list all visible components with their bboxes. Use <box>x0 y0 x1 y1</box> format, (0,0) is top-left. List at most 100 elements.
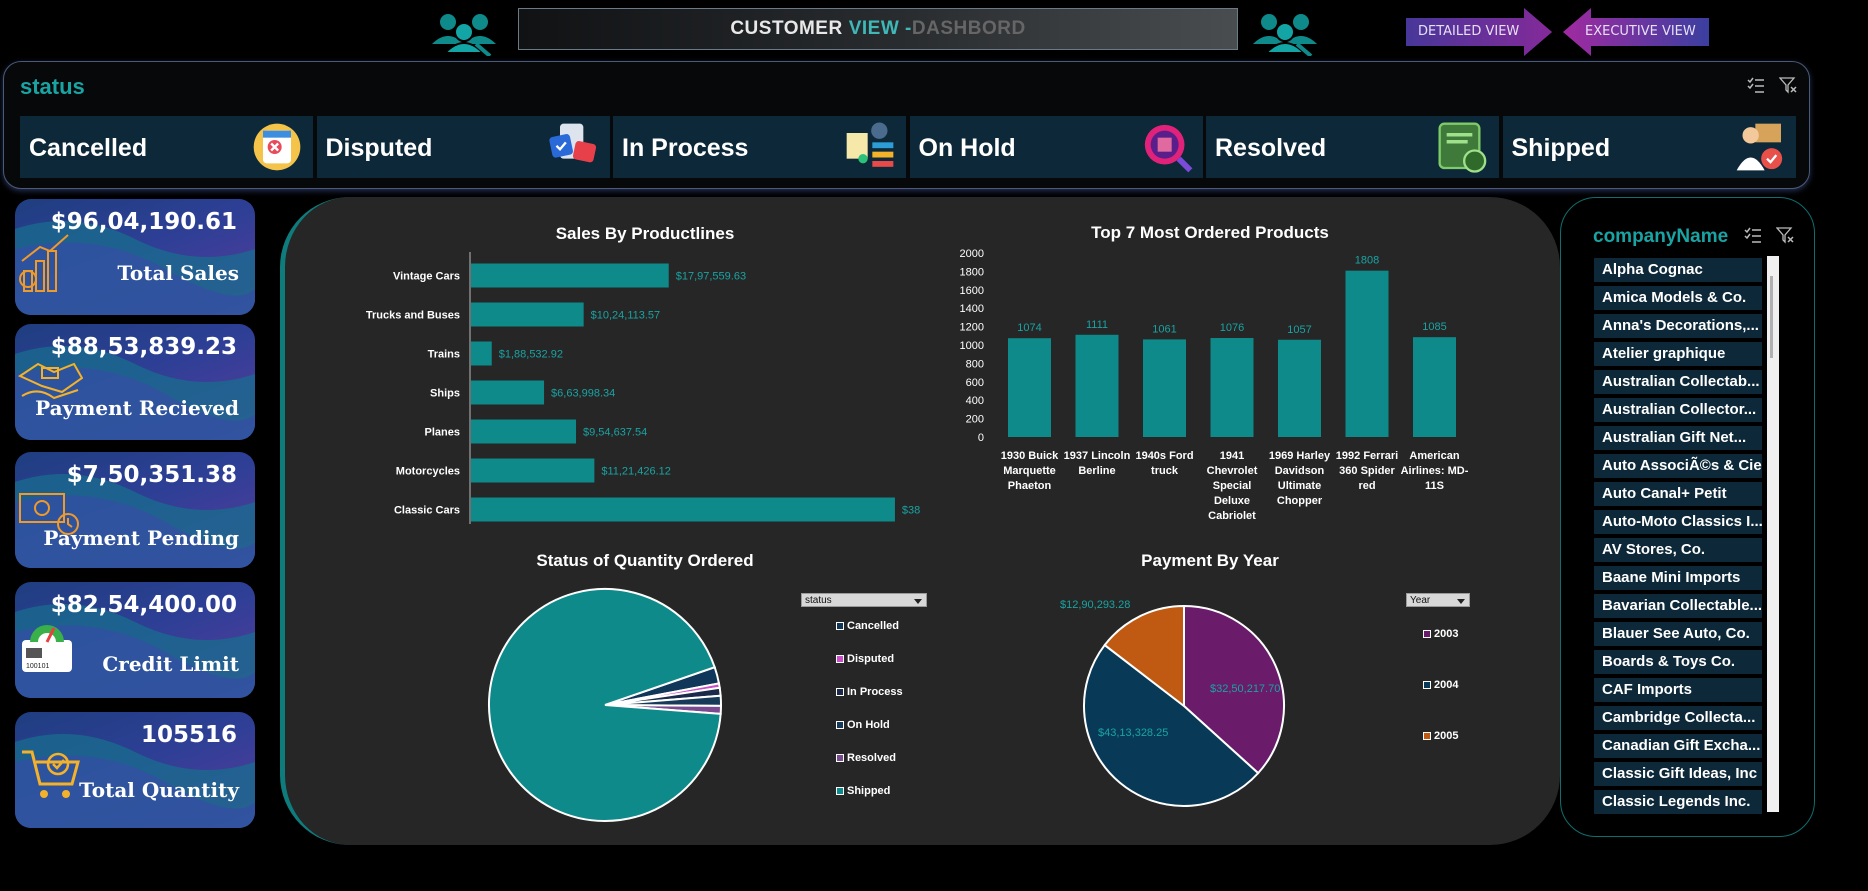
company-item[interactable]: Auto AssociÃ©s & Cie. <box>1594 454 1762 478</box>
bar-group: Ships $6,63,998.34 <box>430 380 615 405</box>
bar-group: Planes $9,54,637.54 <box>425 419 647 444</box>
payment-by-year-title: Payment By Year <box>1141 551 1279 570</box>
scroll-thumb[interactable] <box>1770 276 1773 358</box>
company-item[interactable]: Auto-Moto Classics I... <box>1594 510 1762 534</box>
bar <box>471 302 584 327</box>
bar <box>471 497 895 522</box>
y-tick-label: 200 <box>966 414 984 426</box>
status-tile-label: Disputed <box>325 134 433 162</box>
payment-by-year-pie: $32,50,217.70 $43,13,328.25 $12,90,293.28 <box>1060 599 1285 807</box>
category-label: 1930 Buick Marquette Phaeton <box>1001 450 1059 492</box>
data-label: $38,53,922.49 <box>902 505 920 517</box>
company-item[interactable]: Boards & Toys Co. <box>1594 650 1762 674</box>
svg-text:100101: 100101 <box>26 663 49 670</box>
y-tick-label: 1600 <box>960 285 984 297</box>
data-label: $17,97,559.63 <box>676 271 746 283</box>
executive-view-button[interactable]: EXECUTIVE VIEW <box>1563 6 1709 58</box>
company-item[interactable]: Classic Gift Ideas, Inc <box>1594 762 1762 786</box>
category-label: 1992 Ferrari 360 Spider red <box>1336 450 1398 492</box>
y-tick-label: 1200 <box>960 322 984 334</box>
status-tile-label: Shipped <box>1511 134 1611 162</box>
legend-item: Resolved <box>836 752 896 764</box>
year-filter-dropdown[interactable]: Year <box>1406 593 1470 607</box>
company-item[interactable]: Australian Collectab... <box>1594 370 1762 394</box>
data-label: 1076 <box>1220 322 1244 334</box>
company-item[interactable]: Canadian Gift Excha... <box>1594 734 1762 758</box>
detailed-view-button[interactable]: DETAILED VIEW <box>1406 6 1552 58</box>
category-label: Trains <box>428 349 460 361</box>
y-tick-label: 800 <box>966 358 984 370</box>
bar-group: Trains $1,88,532.92 <box>428 341 563 366</box>
status-quantity-title: Status of Quantity Ordered <box>536 551 754 570</box>
bar <box>471 263 669 288</box>
company-item[interactable]: Atelier graphique <box>1594 342 1762 366</box>
company-item[interactable]: CAF Imports <box>1594 678 1762 702</box>
bar-group: Classic Cars $38,53,922.49 <box>394 497 920 522</box>
data-label: 1111 <box>1086 319 1108 331</box>
data-label: $9,54,637.54 <box>583 427 647 439</box>
category-label: 1937 Lincoln Berline <box>1064 450 1131 477</box>
multi-select-icon[interactable] <box>1747 76 1765 94</box>
credit-gauge-icon: 100101 <box>22 625 72 672</box>
company-scrollbar[interactable] <box>1767 256 1779 812</box>
data-label: $12,90,293.28 <box>1060 599 1130 611</box>
status-tile-cancelled[interactable]: Cancelled <box>20 116 313 178</box>
hold-magnifier-icon <box>1144 124 1192 173</box>
legend-item: 2005 <box>1423 730 1458 742</box>
cancel-document-icon <box>253 123 301 171</box>
company-item[interactable]: Blauer See Auto, Co. <box>1594 622 1762 646</box>
clear-filter-icon[interactable] <box>1776 226 1794 244</box>
bar <box>1345 270 1389 437</box>
data-label: $1,88,532.92 <box>499 349 563 361</box>
multi-select-icon[interactable] <box>1744 226 1762 244</box>
company-item[interactable]: Australian Collector... <box>1594 398 1762 422</box>
data-label: 1057 <box>1287 324 1311 336</box>
status-slicer: status Cancelled Disputed In Process On Hol… <box>3 61 1810 189</box>
legend-item: Disputed <box>836 653 894 665</box>
y-tick-label: 2000 <box>960 248 984 260</box>
category-label: Ships <box>430 388 460 400</box>
status-tile-label: Resolved <box>1215 134 1327 162</box>
pending-money-icon <box>19 493 79 535</box>
bar <box>1143 339 1186 437</box>
legend-item: On Hold <box>836 719 890 731</box>
data-label: $10,24,113.57 <box>591 310 661 322</box>
legend-item: 2004 <box>1423 679 1458 691</box>
bar <box>1413 337 1456 437</box>
company-item[interactable]: Australian Gift Net... <box>1594 426 1762 450</box>
data-label: 1074 <box>1017 322 1041 334</box>
legend-item: Shipped <box>836 785 890 797</box>
company-item[interactable]: Amica Models & Co. <box>1594 286 1762 310</box>
company-item[interactable]: AV Stores, Co. <box>1594 538 1762 562</box>
kpi-card-total-sales: $96,04,190.61 Total Sales <box>15 199 255 315</box>
status-tile-resolved[interactable]: Resolved <box>1206 116 1499 178</box>
status-tile-shipped[interactable]: Shipped <box>1502 116 1796 178</box>
company-item[interactable]: Cambridge Collecta... <box>1594 706 1762 730</box>
status-filter-dropdown[interactable]: status <box>801 593 927 607</box>
status-tile-in-process[interactable]: In Process <box>613 116 906 178</box>
company-item[interactable]: Bavarian Collectable... <box>1594 594 1762 618</box>
company-item[interactable]: Classic Legends Inc. <box>1594 790 1762 814</box>
dispute-icon <box>548 123 596 163</box>
y-tick-label: 600 <box>966 377 984 389</box>
status-tile-disputed[interactable]: Disputed <box>316 116 610 178</box>
data-label: 1085 <box>1422 321 1446 333</box>
data-label: $43,13,328.25 <box>1098 727 1168 739</box>
legend-item: Cancelled <box>836 620 899 632</box>
company-item[interactable]: Alpha Cognac <box>1594 258 1762 282</box>
data-label: 1061 <box>1152 323 1176 335</box>
kpi-label: Credit Limit <box>102 652 239 676</box>
company-item[interactable]: Auto Canal+ Petit <box>1594 482 1762 506</box>
bar <box>1210 338 1254 437</box>
category-label: Vintage Cars <box>393 271 460 283</box>
category-label: Trucks and Buses <box>366 310 460 322</box>
status-tile-on-hold[interactable]: On Hold <box>909 116 1203 178</box>
bar <box>1075 334 1119 437</box>
top-ordered-products-title: Top 7 Most Ordered Products <box>1091 223 1329 242</box>
top-ordered-products-chart: 0 200 400 600 800 1000 1200 1400 1600 1800 2000 107… <box>960 248 1469 522</box>
company-item[interactable]: Anna's Decorations,... <box>1594 314 1762 338</box>
bar <box>1008 338 1051 437</box>
company-item[interactable]: Baane Mini Imports <box>1594 566 1762 590</box>
clear-filter-icon[interactable] <box>1779 76 1797 94</box>
process-gear-icon <box>846 122 894 167</box>
